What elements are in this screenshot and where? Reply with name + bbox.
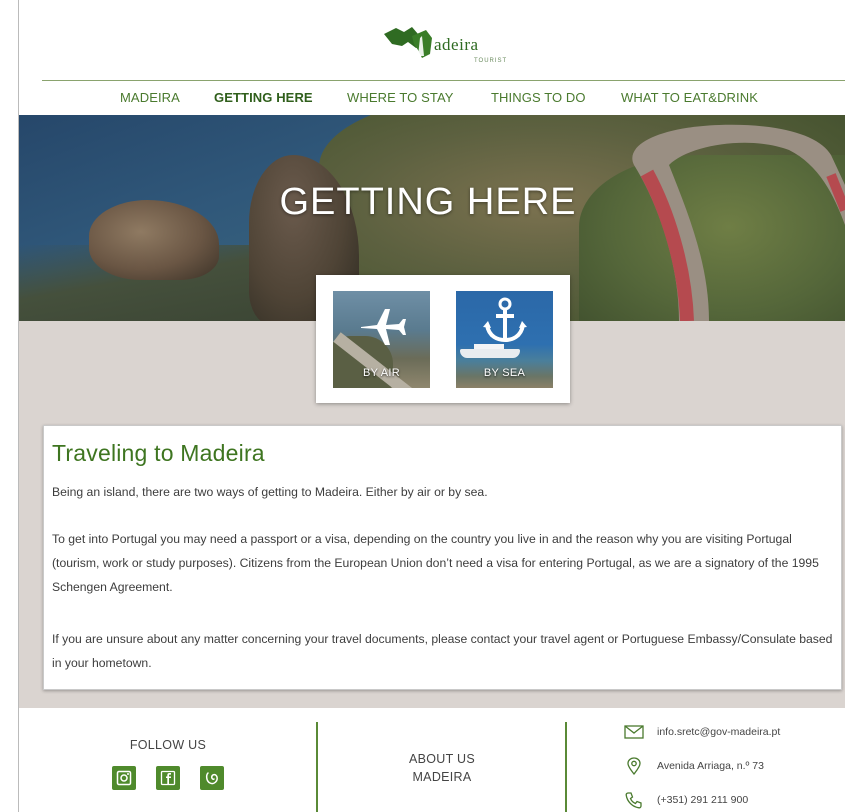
anchor-icon	[483, 297, 527, 343]
cruise-ship-image	[460, 349, 520, 358]
by-air-tile[interactable]: BY AIR	[333, 291, 430, 388]
instagram-icon	[116, 770, 132, 786]
nav-item-things-to-do[interactable]: THINGS TO DO	[491, 90, 586, 105]
follow-us-title: FOLLOW US	[129, 738, 207, 752]
transport-options-card: BY AIR BY SEA	[316, 275, 570, 403]
brand-subtitle: TOURIST	[474, 58, 508, 64]
travel-info-card: Traveling to Madeira Being an island, th…	[43, 425, 842, 690]
nav-item-getting-here[interactable]: GETTING HERE	[214, 90, 313, 105]
email-icon	[623, 723, 645, 741]
contact-phone: (+351) 291 211 900	[623, 791, 748, 809]
site-logo[interactable]: adeira TOURIST	[382, 24, 532, 76]
location-pin-icon	[623, 757, 645, 775]
info-paragraph: If you are unsure about any matter conce…	[52, 632, 833, 670]
social-links	[83, 766, 253, 790]
info-paragraph: Being an island, there are two ways of g…	[52, 485, 488, 499]
nav-item-what-to-eat-drink[interactable]: WHAT TO EAT&DRINK	[621, 90, 758, 105]
follow-us-section: FOLLOW US	[83, 738, 253, 790]
page: adeira TOURIST MADEIRA GETTING HERE WHER…	[0, 0, 845, 812]
about-us-label: ABOUT US	[408, 752, 476, 766]
facebook-icon	[160, 770, 176, 786]
hero-title: GETTING HERE	[279, 181, 577, 223]
site-footer: FOLLOW US ABOUT US MADEIRA info.sretc@go…	[19, 708, 845, 812]
travel-info-title: Traveling to Madeira	[52, 440, 265, 466]
email-text[interactable]: info.sretc@gov-madeira.pt	[657, 726, 780, 738]
about-us-link[interactable]: ABOUT US MADEIRA	[317, 750, 567, 786]
contact-address: Avenida Arriaga, n.º 73	[623, 757, 764, 775]
address-text: Avenida Arriaga, n.º 73	[657, 760, 764, 772]
phone-icon	[623, 791, 645, 809]
airplane-icon	[361, 309, 406, 345]
phone-text[interactable]: (+351) 291 211 900	[657, 794, 748, 806]
info-paragraph: To get into Portugal you may need a pass…	[52, 532, 819, 594]
by-sea-label: BY SEA	[483, 367, 526, 379]
madeira-leaf-logo-icon	[384, 27, 432, 58]
by-air-label: BY AIR	[362, 367, 401, 379]
facebook-link[interactable]	[156, 766, 180, 790]
nav-item-where-to-stay[interactable]: WHERE TO STAY	[347, 90, 454, 105]
tripadvisor-icon	[205, 772, 218, 785]
nav-item-madeira[interactable]: MADEIRA	[120, 90, 180, 105]
site-header: adeira TOURIST MADEIRA GETTING HERE WHER…	[19, 0, 845, 115]
brand-name: adeira	[434, 35, 479, 54]
by-sea-tile[interactable]: BY SEA	[456, 291, 553, 388]
instagram-link[interactable]	[112, 766, 136, 790]
about-madeira-label: MADEIRA	[412, 770, 472, 784]
tripadvisor-link[interactable]	[200, 766, 224, 790]
main-nav: MADEIRA GETTING HERE WHERE TO STAY THING…	[19, 90, 845, 110]
nav-divider	[42, 80, 845, 81]
footer-divider	[565, 722, 567, 812]
contact-email: info.sretc@gov-madeira.pt	[623, 723, 780, 741]
